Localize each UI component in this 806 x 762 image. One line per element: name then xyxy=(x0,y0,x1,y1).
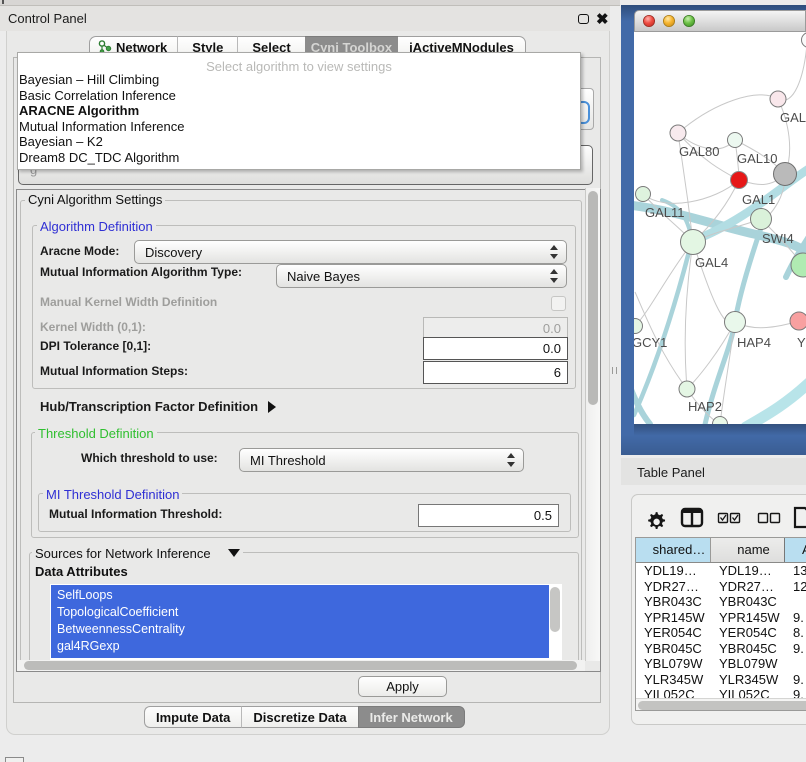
svg-text:HAP2: HAP2 xyxy=(688,399,722,414)
svg-text:GCY1: GCY1 xyxy=(634,335,667,350)
svg-text:GAL1: GAL1 xyxy=(742,192,775,207)
svg-text:Y: Y xyxy=(797,335,806,350)
svg-text:GAL: GAL xyxy=(780,110,806,125)
svg-text:GAL4: GAL4 xyxy=(695,255,728,270)
svg-text:SWI4: SWI4 xyxy=(762,231,794,246)
svg-text:GAL11: GAL11 xyxy=(645,205,685,220)
svg-text:GAL10: GAL10 xyxy=(737,151,777,166)
svg-text:GAL80: GAL80 xyxy=(679,144,719,159)
svg-text:HAP4: HAP4 xyxy=(737,335,771,350)
